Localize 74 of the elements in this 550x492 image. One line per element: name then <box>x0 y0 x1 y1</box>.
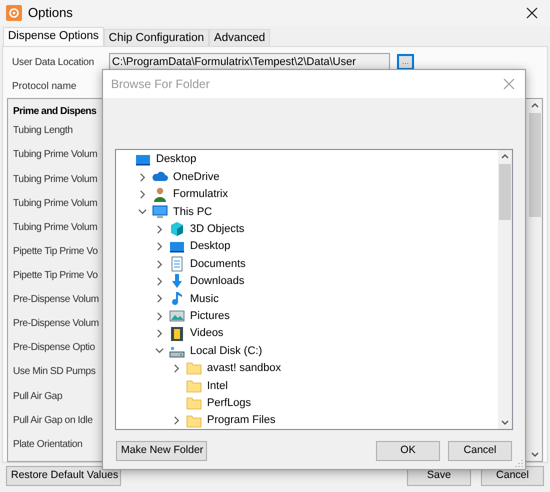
setting-label: Tubing Length <box>13 124 73 138</box>
setting-label: Tubing Prime Volum <box>13 220 98 235</box>
folder-icon <box>186 395 202 412</box>
tree-item[interactable]: 3D Objects <box>190 221 244 238</box>
expand-chevron-icon[interactable] <box>154 260 164 269</box>
setting-label: Plate Orientation <box>13 438 82 452</box>
setting-label: Tubing Prime Volum <box>13 196 98 211</box>
expand-chevron-icon[interactable] <box>138 172 146 182</box>
dialog-title: Browse For Folder <box>111 76 211 93</box>
setting-label: Tubing Prime Volum <box>13 172 98 187</box>
make-new-folder-button[interactable]: Make New Folder <box>116 441 207 461</box>
setting-label: Pipette Tip Prime Vo <box>13 244 98 259</box>
folder-icon <box>186 360 202 376</box>
restore-defaults-button[interactable]: Restore Default Values <box>6 466 121 486</box>
scroll-thumb[interactable] <box>529 113 541 217</box>
expand-chevron-icon[interactable] <box>154 242 164 252</box>
setting-label: Pre-Dispense Optio <box>13 341 95 356</box>
tree-item[interactable]: Intel <box>207 378 228 394</box>
expand-chevron-icon[interactable] <box>154 312 164 321</box>
gear-app-icon <box>6 5 22 21</box>
browse-button[interactable]: ... <box>397 54 414 70</box>
field-label: User Data Location <box>11 56 96 70</box>
expand-chevron-icon[interactable] <box>138 190 146 199</box>
tree-item[interactable]: Music <box>190 290 219 308</box>
scroll-thumb[interactable] <box>499 164 511 220</box>
setting-label: Pipette Tip Prime Vo <box>13 269 98 284</box>
collapse-chevron-icon[interactable] <box>138 207 146 216</box>
tree-item[interactable]: Desktop <box>190 238 230 255</box>
setting-label: Pull Air Gap on Idle <box>13 414 93 428</box>
document-icon <box>169 256 185 272</box>
ok-button[interactable]: OK <box>376 441 440 461</box>
cancel-button[interactable]: Cancel <box>448 441 512 461</box>
tab[interactable]: Chip Configuration <box>104 29 210 46</box>
tree-item[interactable]: PerfLogs <box>207 394 252 412</box>
expand-chevron-icon[interactable] <box>154 329 164 338</box>
collapse-chevron-icon[interactable] <box>154 346 164 356</box>
folder-icon <box>186 378 202 394</box>
tree-item[interactable]: avast! sandbox <box>207 360 281 377</box>
expand-chevron-icon[interactable] <box>172 364 180 373</box>
tree-item[interactable]: Pictures <box>190 308 230 324</box>
scrollbar[interactable] <box>498 150 512 429</box>
computer-icon <box>152 204 168 220</box>
down-arrow-icon <box>169 273 185 290</box>
tree-item[interactable]: Videos <box>190 325 224 342</box>
music-note-icon <box>169 290 185 307</box>
tab[interactable]: Dispense Options <box>3 27 104 46</box>
film-icon <box>169 326 185 342</box>
setting-label: Pull Air Gap <box>13 390 62 404</box>
expand-chevron-icon[interactable] <box>154 224 164 234</box>
tree-item[interactable]: Program Files <box>207 412 276 429</box>
section-heading: Prime and Dispens <box>13 105 98 119</box>
close-icon[interactable] <box>526 7 538 19</box>
tree-item[interactable]: Desktop <box>156 151 196 168</box>
cube-icon <box>169 221 185 238</box>
setting-label: Use Min SD Pumps <box>13 365 96 380</box>
window-title: Options <box>28 4 74 22</box>
expand-chevron-icon[interactable] <box>154 276 164 286</box>
picture-icon <box>169 308 185 324</box>
tree-item[interactable]: Downloads <box>190 273 244 290</box>
tab[interactable]: Advanced <box>209 29 270 46</box>
resize-grip-icon[interactable] <box>515 459 523 467</box>
tree-item[interactable]: OneDrive <box>173 168 220 186</box>
tree-item[interactable]: Local Disk (C:) <box>190 342 262 360</box>
user-icon <box>152 186 168 202</box>
field-label: Protocol name <box>11 80 76 94</box>
setting-label: Pre-Dispense Volum <box>13 293 99 308</box>
setting-label: Tubing Prime Volum <box>13 148 98 162</box>
folder-icon <box>186 412 202 429</box>
expand-chevron-icon[interactable] <box>154 294 164 304</box>
expand-chevron-icon[interactable] <box>172 416 180 426</box>
tree-item[interactable]: Formulatrix <box>173 186 228 203</box>
tree-item[interactable]: This PC <box>173 204 212 220</box>
setting-label: Pre-Dispense Volum <box>13 317 99 332</box>
tree-item[interactable]: Documents <box>190 256 246 272</box>
